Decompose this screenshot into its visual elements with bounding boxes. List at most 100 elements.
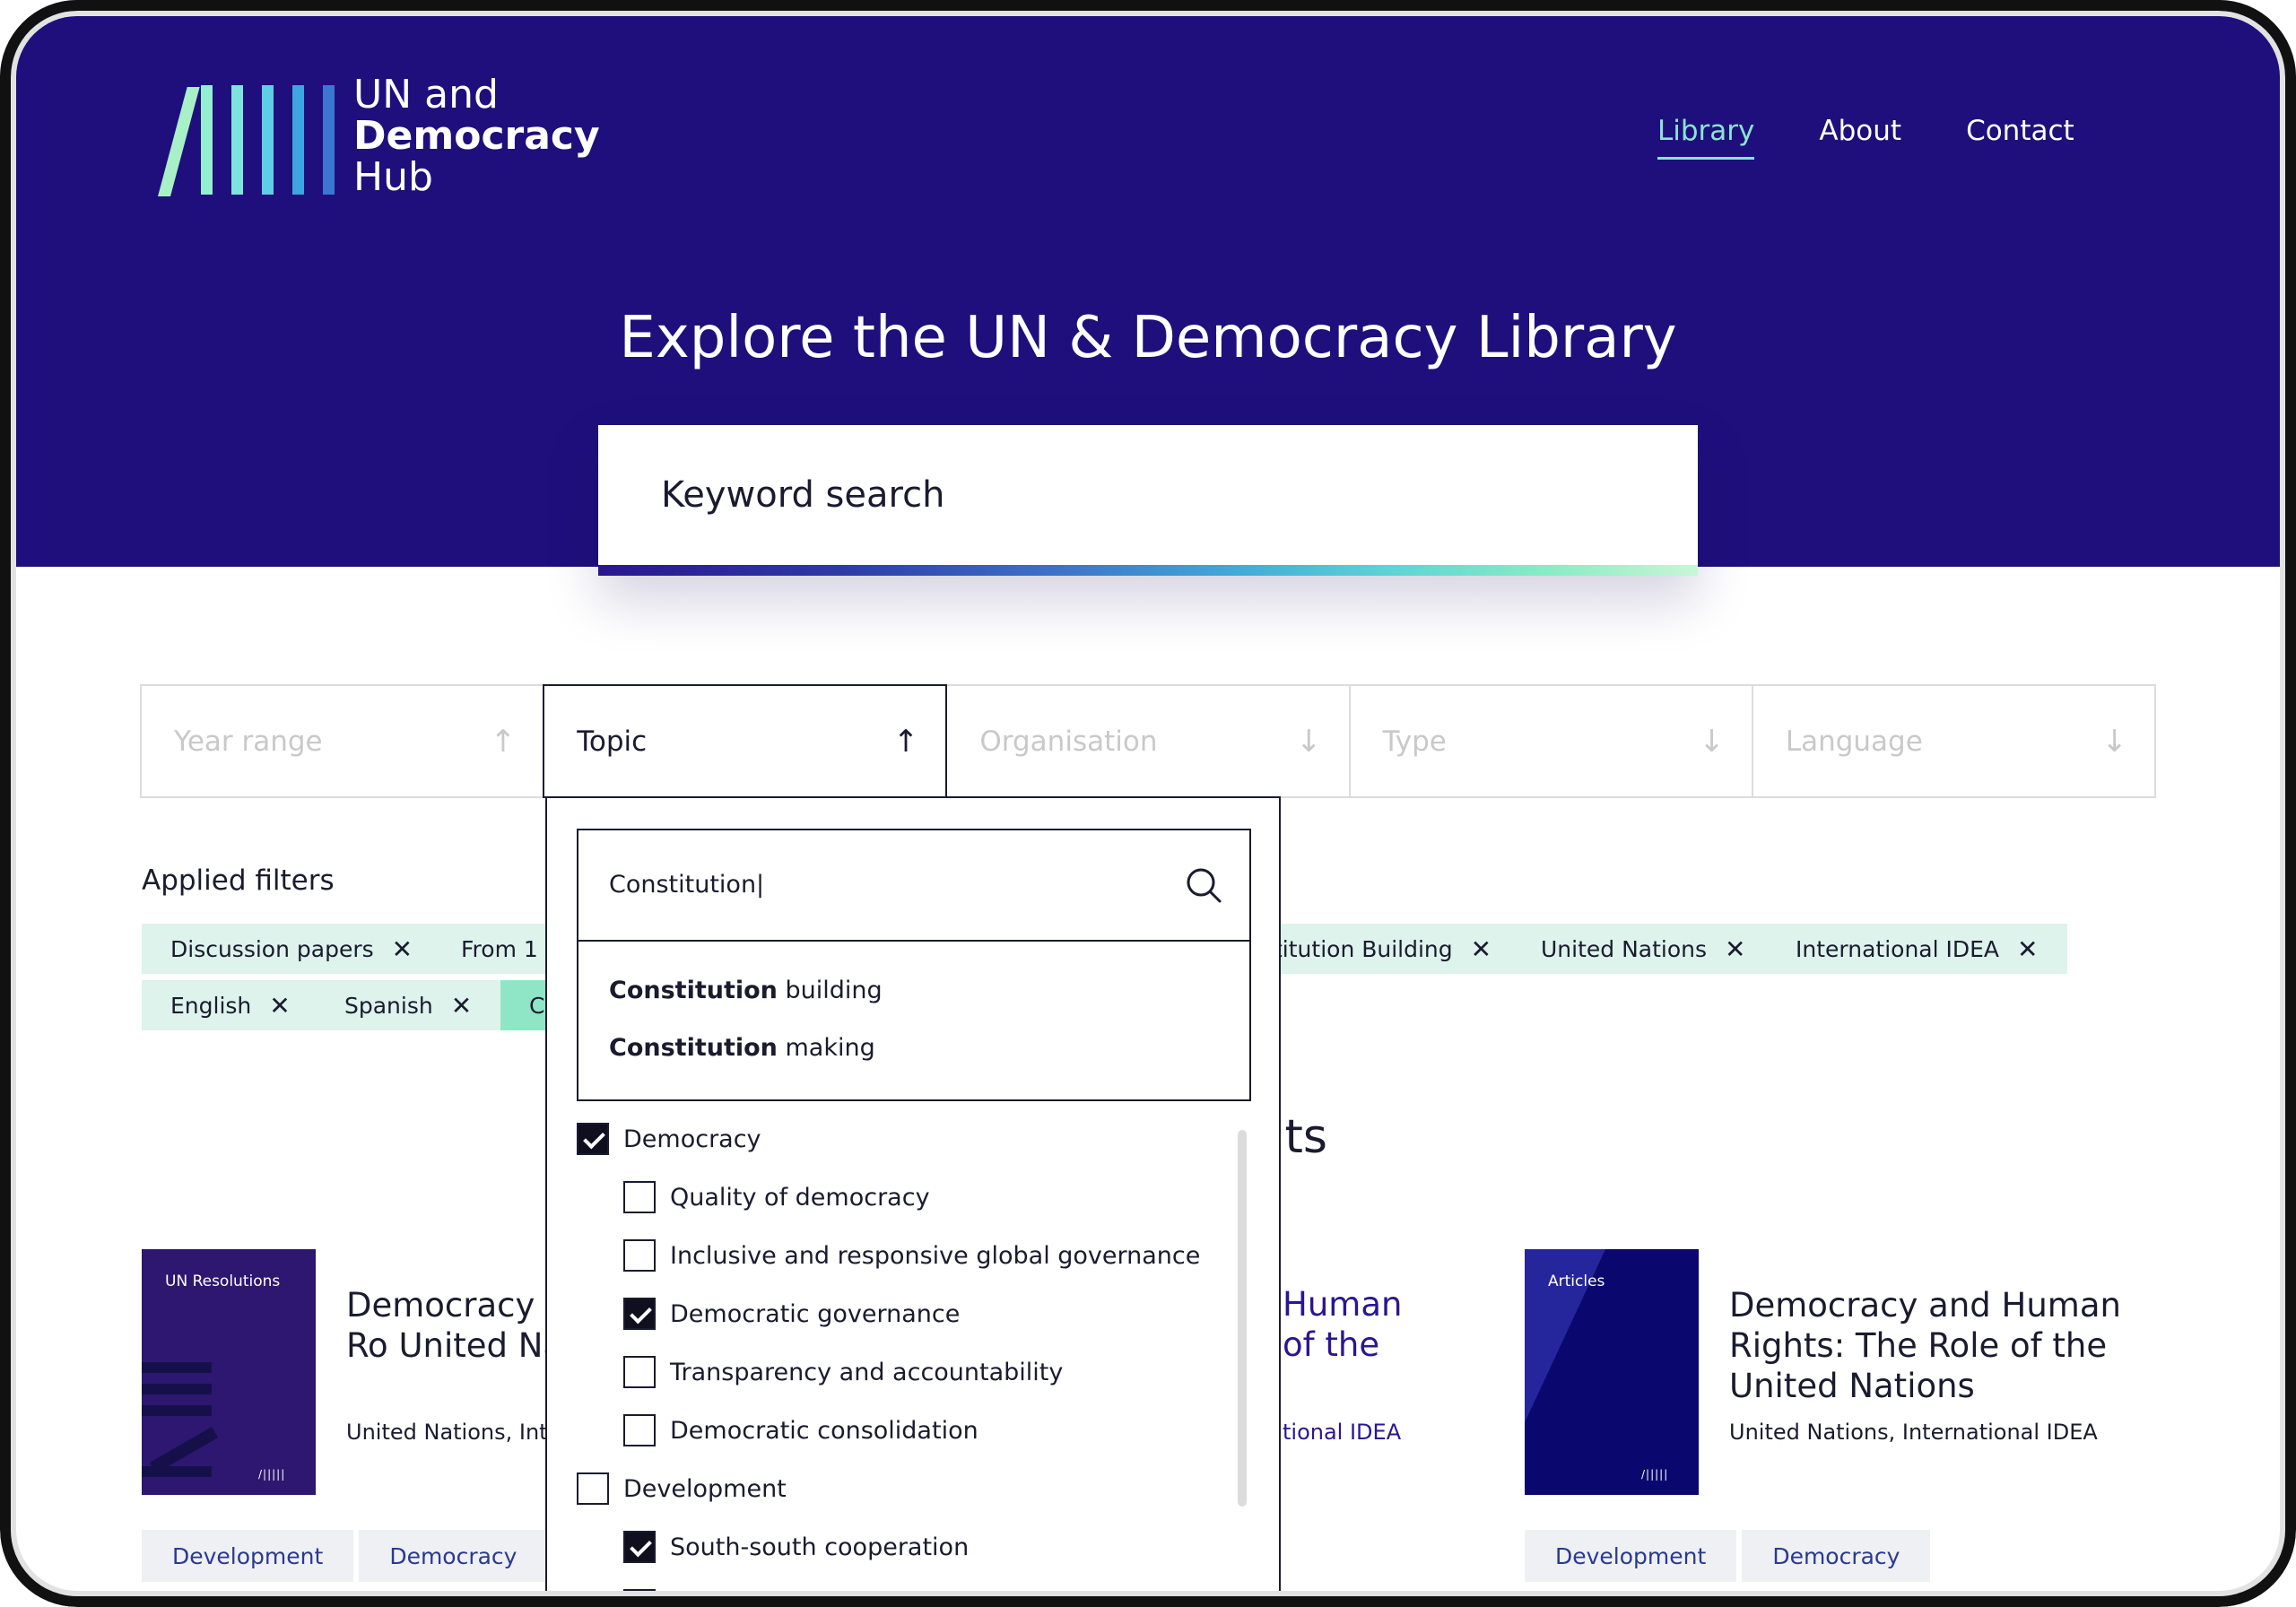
checkbox[interactable]	[623, 1589, 656, 1607]
topic-option-democracy[interactable]: Democracy	[577, 1121, 761, 1157]
tag-democracy[interactable]: Democracy	[359, 1530, 548, 1582]
keyword-search-box	[598, 425, 1698, 576]
site-logo[interactable]: UN and Democracy Hub	[140, 74, 600, 199]
topic-option-transparency[interactable]: Transparency and accountability	[623, 1354, 1063, 1390]
card-title[interactable]: Human of the	[1283, 1284, 1402, 1365]
search-gradient-bar	[598, 565, 1698, 576]
search-icon[interactable]	[1185, 866, 1222, 904]
cover-label: UN Resolutions	[165, 1273, 281, 1290]
filter-label: Language	[1785, 725, 1923, 758]
logo-line-2: Democracy	[353, 113, 600, 159]
dropdown-scrollbar[interactable]	[1238, 1130, 1247, 1507]
cover-label: Articles	[1548, 1273, 1605, 1290]
topic-label: Inclusive and responsive global governan…	[670, 1241, 1201, 1270]
topic-label: Quality of democracy	[670, 1183, 930, 1212]
tag-development[interactable]: Development	[1525, 1530, 1737, 1582]
topic-option-partial[interactable]	[623, 1587, 656, 1607]
arrow-down-icon: ↓	[2101, 723, 2128, 760]
topic-option-development[interactable]: Development	[577, 1471, 787, 1507]
filter-chip[interactable]: titution Building ✕	[1245, 924, 1521, 974]
checkbox[interactable]	[623, 1298, 656, 1330]
suggestion-rest: making	[777, 1033, 875, 1062]
checkbox[interactable]	[623, 1414, 656, 1446]
topic-option-south-south-cooperation[interactable]: South-south cooperation	[623, 1529, 969, 1565]
nav-about-link[interactable]: About	[1819, 115, 1901, 160]
page-title: Explore the UN & Democracy Library	[619, 305, 1677, 371]
card-title[interactable]: Democracy and Human Rights: The Role of …	[1729, 1285, 2151, 1406]
filter-label: Organisation	[979, 725, 1158, 758]
filter-type[interactable]: Type ↓	[1351, 686, 1753, 796]
card-tags: Development Democracy	[142, 1530, 548, 1582]
filter-language[interactable]: Language ↓	[1753, 686, 2154, 796]
logo-bars-icon	[140, 78, 335, 196]
checkbox[interactable]	[623, 1356, 656, 1388]
nav-contact-link[interactable]: Contact	[1966, 115, 2074, 160]
filter-chip[interactable]: International IDEA ✕	[1767, 924, 2067, 974]
filter-organisation[interactable]: Organisation ↓	[947, 686, 1351, 796]
topic-label: Democratic consolidation	[670, 1416, 978, 1445]
keyword-search-input[interactable]	[598, 425, 1698, 565]
filter-chip[interactable]: Spanish ✕	[316, 980, 501, 1030]
checkbox[interactable]	[623, 1181, 656, 1213]
close-icon[interactable]: ✕	[1471, 934, 1492, 964]
close-icon[interactable]: ✕	[1725, 934, 1745, 964]
topic-label: Democracy	[623, 1125, 761, 1153]
chip-label: English	[170, 992, 252, 1019]
chip-label: International IDEA	[1796, 935, 2000, 962]
filter-topic[interactable]: Topic ↑	[543, 684, 948, 798]
topic-suggestions: Constitution building Constitution makin…	[577, 940, 1251, 1101]
tag-democracy[interactable]: Democracy	[1742, 1530, 1931, 1582]
checkbox[interactable]	[577, 1472, 609, 1505]
suggestion-item[interactable]: Constitution making	[578, 1019, 1249, 1076]
topic-search-input[interactable]	[578, 830, 1152, 938]
suggestion-rest: building	[777, 976, 883, 1004]
checkbox[interactable]	[623, 1239, 656, 1272]
tag-development[interactable]: Development	[142, 1530, 354, 1582]
chip-label: C	[529, 992, 545, 1019]
main-nav: Library About Contact	[1657, 115, 2074, 160]
cover-logo-icon: /|||||	[258, 1468, 286, 1481]
card-meta: tional IDEA	[1283, 1420, 1402, 1445]
filter-chip[interactable]: English ✕	[142, 980, 319, 1030]
arrow-up-icon: ↑	[892, 723, 919, 760]
topic-option-inclusive-governance[interactable]: Inclusive and responsive global governan…	[623, 1238, 1200, 1273]
logo-wordmark: UN and Democracy Hub	[353, 74, 600, 198]
logo-line-1: UN and	[353, 72, 499, 117]
suggestion-match: Constitution	[609, 1033, 778, 1062]
filter-year-range[interactable]: Year range ↑	[142, 686, 545, 796]
logo-line-3: Hub	[353, 154, 433, 200]
topic-option-quality-of-democracy[interactable]: Quality of democracy	[623, 1179, 930, 1215]
topic-option-democratic-governance[interactable]: Democratic governance	[623, 1296, 960, 1332]
close-icon[interactable]: ✕	[2017, 934, 2038, 964]
chip-label: United Nations	[1541, 935, 1708, 962]
close-icon[interactable]: ✕	[269, 991, 290, 1021]
card-meta: United Nations, Inte	[346, 1420, 561, 1445]
chip-label: Spanish	[344, 992, 433, 1019]
card-title-line: of the	[1283, 1325, 1380, 1364]
document-cover: Articles /|||||	[1525, 1249, 1699, 1495]
filter-chip[interactable]: United Nations ✕	[1512, 924, 1775, 974]
checkbox[interactable]	[623, 1531, 656, 1563]
arrow-down-icon: ↓	[1296, 723, 1322, 760]
close-icon[interactable]: ✕	[392, 934, 413, 964]
chip-label: From 1	[461, 935, 538, 962]
chip-label: titution Building	[1274, 935, 1453, 962]
topic-search-box	[577, 829, 1251, 942]
filter-bar: Year range ↑ Topic ↑ Organisation ↓ Type…	[140, 684, 2156, 798]
topic-dropdown-panel: Constitution building Constitution makin…	[545, 796, 1281, 1607]
card-meta: United Nations, International IDEA	[1729, 1420, 2098, 1445]
chip-label: Discussion papers	[170, 935, 374, 962]
applied-filters-title: Applied filters	[142, 864, 335, 897]
checkbox[interactable]	[577, 1123, 609, 1155]
card-tags: Development Democracy	[1525, 1530, 1931, 1582]
suggestion-item[interactable]: Constitution building	[578, 961, 1249, 1019]
suggestion-match: Constitution	[609, 976, 778, 1004]
arrow-down-icon: ↓	[1699, 723, 1725, 760]
filter-chip[interactable]: Discussion papers ✕	[142, 924, 442, 974]
nav-library-link[interactable]: Library	[1657, 115, 1755, 160]
topic-option-democratic-consolidation[interactable]: Democratic consolidation	[623, 1412, 978, 1448]
filter-label: Type	[1382, 725, 1447, 758]
topic-label: Democratic governance	[670, 1299, 961, 1328]
topic-label: Development	[623, 1474, 787, 1503]
close-icon[interactable]: ✕	[451, 991, 472, 1021]
